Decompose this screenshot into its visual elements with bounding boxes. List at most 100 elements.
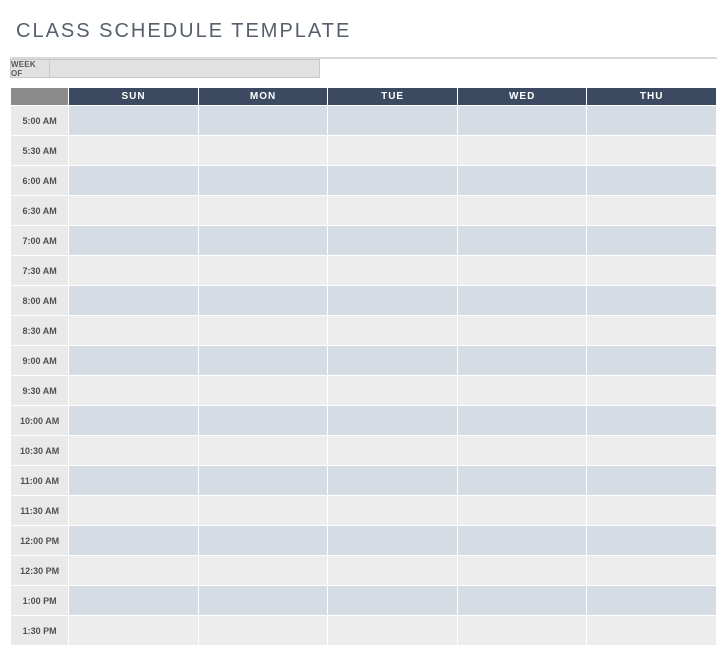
- time-row: 12:00 PM: [11, 526, 717, 556]
- schedule-cell[interactable]: [198, 256, 328, 286]
- time-label: 8:30 AM: [11, 316, 69, 346]
- schedule-cell[interactable]: [587, 586, 717, 616]
- schedule-cell[interactable]: [69, 106, 199, 136]
- schedule-cell[interactable]: [69, 406, 199, 436]
- schedule-cell[interactable]: [457, 406, 587, 436]
- schedule-cell[interactable]: [328, 526, 458, 556]
- schedule-cell[interactable]: [587, 496, 717, 526]
- day-head-wed: WED: [457, 88, 587, 106]
- schedule-cell[interactable]: [457, 466, 587, 496]
- schedule-cell[interactable]: [587, 436, 717, 466]
- time-label: 11:30 AM: [11, 496, 69, 526]
- schedule-cell[interactable]: [328, 286, 458, 316]
- schedule-cell[interactable]: [198, 556, 328, 586]
- schedule-cell[interactable]: [457, 346, 587, 376]
- time-label: 9:00 AM: [11, 346, 69, 376]
- schedule-cell[interactable]: [587, 526, 717, 556]
- schedule-cell[interactable]: [69, 496, 199, 526]
- schedule-cell[interactable]: [587, 226, 717, 256]
- schedule-cell[interactable]: [587, 256, 717, 286]
- schedule-cell[interactable]: [457, 496, 587, 526]
- schedule-cell[interactable]: [69, 436, 199, 466]
- schedule-cell[interactable]: [69, 616, 199, 646]
- schedule-cell[interactable]: [198, 526, 328, 556]
- schedule-cell[interactable]: [328, 496, 458, 526]
- schedule-cell[interactable]: [69, 466, 199, 496]
- schedule-cell[interactable]: [198, 166, 328, 196]
- schedule-cell[interactable]: [457, 556, 587, 586]
- schedule-cell[interactable]: [69, 346, 199, 376]
- schedule-cell[interactable]: [69, 166, 199, 196]
- schedule-cell[interactable]: [198, 226, 328, 256]
- schedule-cell[interactable]: [587, 196, 717, 226]
- schedule-cell[interactable]: [457, 256, 587, 286]
- schedule-cell[interactable]: [328, 406, 458, 436]
- schedule-cell[interactable]: [69, 376, 199, 406]
- schedule-cell[interactable]: [587, 466, 717, 496]
- schedule-cell[interactable]: [587, 136, 717, 166]
- schedule-cell[interactable]: [198, 586, 328, 616]
- schedule-cell[interactable]: [69, 226, 199, 256]
- schedule-cell[interactable]: [198, 136, 328, 166]
- schedule-cell[interactable]: [328, 106, 458, 136]
- schedule-cell[interactable]: [328, 166, 458, 196]
- schedule-cell[interactable]: [328, 376, 458, 406]
- schedule-cell[interactable]: [457, 166, 587, 196]
- schedule-cell[interactable]: [457, 376, 587, 406]
- weekof-input[interactable]: [50, 59, 320, 78]
- schedule-cell[interactable]: [328, 466, 458, 496]
- schedule-cell[interactable]: [328, 556, 458, 586]
- schedule-cell[interactable]: [198, 106, 328, 136]
- weekof-row: WEEK OF: [10, 58, 717, 78]
- schedule-cell[interactable]: [328, 226, 458, 256]
- schedule-cell[interactable]: [69, 256, 199, 286]
- schedule-cell[interactable]: [198, 466, 328, 496]
- schedule-cell[interactable]: [457, 316, 587, 346]
- schedule-cell[interactable]: [69, 316, 199, 346]
- schedule-cell[interactable]: [328, 346, 458, 376]
- schedule-cell[interactable]: [587, 106, 717, 136]
- schedule-cell[interactable]: [328, 256, 458, 286]
- schedule-cell[interactable]: [457, 136, 587, 166]
- schedule-cell[interactable]: [587, 316, 717, 346]
- schedule-cell[interactable]: [69, 286, 199, 316]
- time-row: 1:30 PM: [11, 616, 717, 646]
- schedule-cell[interactable]: [457, 586, 587, 616]
- schedule-cell[interactable]: [198, 616, 328, 646]
- schedule-cell[interactable]: [328, 436, 458, 466]
- schedule-cell[interactable]: [198, 436, 328, 466]
- schedule-cell[interactable]: [69, 556, 199, 586]
- schedule-cell[interactable]: [198, 376, 328, 406]
- schedule-cell[interactable]: [69, 586, 199, 616]
- schedule-cell[interactable]: [198, 346, 328, 376]
- schedule-cell[interactable]: [587, 376, 717, 406]
- schedule-cell[interactable]: [457, 436, 587, 466]
- schedule-cell[interactable]: [587, 406, 717, 436]
- schedule-cell[interactable]: [198, 496, 328, 526]
- schedule-cell[interactable]: [198, 196, 328, 226]
- schedule-cell[interactable]: [69, 196, 199, 226]
- time-label: 8:00 AM: [11, 286, 69, 316]
- schedule-cell[interactable]: [457, 526, 587, 556]
- time-row: 7:00 AM: [11, 226, 717, 256]
- schedule-cell[interactable]: [587, 286, 717, 316]
- schedule-cell[interactable]: [198, 406, 328, 436]
- schedule-cell[interactable]: [328, 136, 458, 166]
- schedule-cell[interactable]: [587, 166, 717, 196]
- schedule-cell[interactable]: [328, 316, 458, 346]
- schedule-cell[interactable]: [587, 616, 717, 646]
- schedule-cell[interactable]: [69, 526, 199, 556]
- schedule-cell[interactable]: [457, 616, 587, 646]
- schedule-cell[interactable]: [457, 286, 587, 316]
- schedule-cell[interactable]: [198, 286, 328, 316]
- schedule-cell[interactable]: [457, 226, 587, 256]
- schedule-cell[interactable]: [587, 556, 717, 586]
- schedule-cell[interactable]: [328, 196, 458, 226]
- schedule-cell[interactable]: [457, 196, 587, 226]
- schedule-cell[interactable]: [587, 346, 717, 376]
- schedule-cell[interactable]: [69, 136, 199, 166]
- schedule-cell[interactable]: [198, 316, 328, 346]
- schedule-cell[interactable]: [457, 106, 587, 136]
- schedule-cell[interactable]: [328, 586, 458, 616]
- schedule-cell[interactable]: [328, 616, 458, 646]
